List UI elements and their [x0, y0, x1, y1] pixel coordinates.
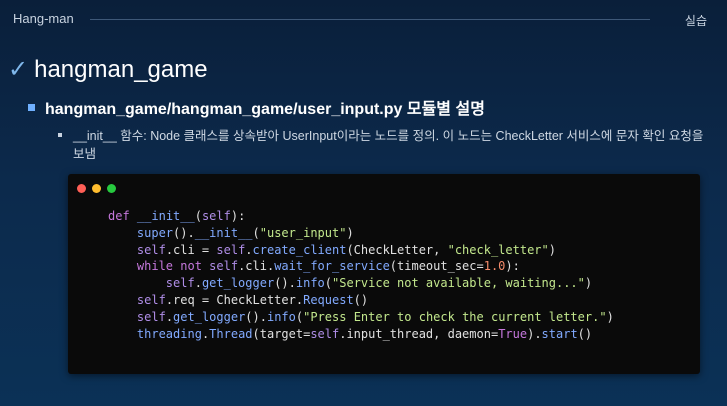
- maximize-dot-icon: [107, 184, 116, 193]
- code-line: super().__init__("user_input"): [136, 225, 354, 240]
- bullet-small-icon: [58, 133, 62, 137]
- slide-title: hangman_game: [34, 56, 208, 83]
- code-line: self.get_logger().info("Press Enter to c…: [136, 309, 614, 324]
- checkmark-icon: ✓: [8, 56, 29, 83]
- code-block: def __init__(self): super().__init__("us…: [108, 208, 614, 342]
- header-section-label: 실습: [684, 14, 707, 28]
- close-dot-icon: [77, 184, 86, 193]
- code-line: self.get_logger().info("Service not avai…: [165, 276, 593, 291]
- bullet-square-icon: [28, 103, 35, 111]
- header-title: Hang-man: [13, 11, 74, 26]
- minimize-dot-icon: [92, 184, 101, 193]
- code-line: threading.Thread(target=self.input_threa…: [136, 326, 593, 341]
- code-line: self.cli = self.create_client(CheckLette…: [136, 242, 556, 257]
- description-row: __init__ 함수: Node 클래스를 상속받아 UserInput이라는…: [58, 127, 708, 163]
- subtitle-row: hangman_game/hangman_game/user_input.py …: [28, 95, 485, 119]
- code-line: while not self.cli.wait_for_service(time…: [136, 259, 520, 274]
- header-divider: [90, 19, 650, 20]
- slide-title-row: ✓ hangman_game: [8, 56, 208, 84]
- window-controls: [77, 184, 122, 193]
- code-line: self.req = CheckLetter.Request(): [136, 292, 369, 307]
- function-description: __init__ 함수: Node 클래스를 상속받아 UserInput이라는…: [73, 129, 704, 161]
- code-window: def __init__(self): super().__init__("us…: [68, 174, 700, 374]
- code-line: def __init__(self):: [108, 209, 246, 223]
- module-subtitle: hangman_game/hangman_game/user_input.py …: [45, 101, 485, 118]
